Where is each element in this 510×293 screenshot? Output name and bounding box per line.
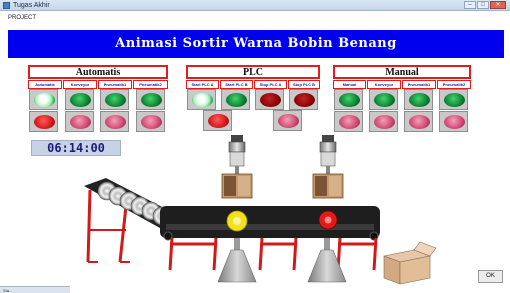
taskbar: Sta...	[0, 286, 70, 293]
pneumatic-cylinder-1	[221, 135, 253, 199]
conveyor-scene	[84, 135, 437, 285]
pneumatic-cylinder-2	[312, 135, 344, 199]
conveyor-belt	[160, 206, 380, 241]
ok-button[interactable]: OK	[478, 270, 503, 283]
bobbin-yellow	[226, 210, 248, 232]
cardboard-box	[382, 241, 437, 285]
taskbar-item[interactable]: Sta...	[3, 288, 12, 293]
sort-chute-1	[217, 238, 257, 283]
conveyor-frame	[168, 237, 378, 271]
bobbin-red	[318, 210, 338, 230]
